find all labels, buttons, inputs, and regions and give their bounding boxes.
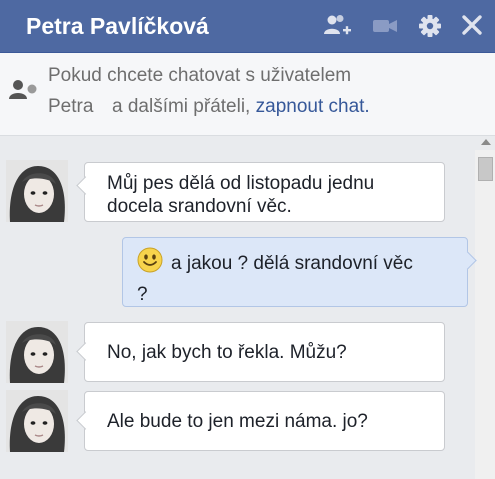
message-text: docela srandovní věc. (107, 196, 292, 217)
notice-rest-text: a dalšími přáteli, (112, 96, 251, 117)
notice-contact-name: Petra (48, 96, 94, 117)
close-icon[interactable] (457, 12, 487, 40)
message-line: a jakou ? dělá srandovní věc (137, 247, 467, 282)
message-bubble-incoming: Můj pes dělá od listopadu jednu docela s… (84, 162, 445, 222)
message-bubble-incoming: No, jak bych to řekla. Můžu? (84, 322, 445, 382)
message-bubble-outgoing: a jakou ? dělá srandovní věc ? (122, 237, 468, 307)
people-icon (8, 78, 40, 105)
notice-text: Pokud chcete chatovat s uživatelem (48, 65, 352, 86)
message-text: ? (137, 284, 148, 305)
scrollbar-thumb[interactable] (478, 157, 493, 181)
smiley-icon (137, 247, 163, 282)
video-call-icon[interactable] (370, 12, 400, 40)
message-text: Ale bude to jen mezi náma. jo? (107, 411, 368, 432)
gear-icon[interactable] (415, 12, 445, 40)
avatar[interactable] (6, 321, 68, 383)
message-text: a jakou ? dělá srandovní věc (171, 253, 413, 274)
add-friend-icon[interactable] (322, 12, 352, 40)
scrollbar[interactable] (475, 150, 495, 479)
chat-header: Petra Pavlíčková (0, 0, 495, 53)
message-bubble-incoming: Ale bude to jen mezi náma. jo? (84, 391, 445, 451)
avatar[interactable] (6, 160, 68, 222)
enable-chat-link[interactable]: zapnout chat. (256, 96, 370, 117)
notice-text-continued: a dalšími přáteli, zapnout chat. (112, 96, 370, 118)
message-text: No, jak bych to řekla. Můžu? (107, 342, 347, 363)
avatar[interactable] (6, 390, 68, 452)
scroll-up-arrow-icon[interactable] (481, 139, 491, 145)
chat-title[interactable]: Petra Pavlíčková (26, 13, 209, 40)
